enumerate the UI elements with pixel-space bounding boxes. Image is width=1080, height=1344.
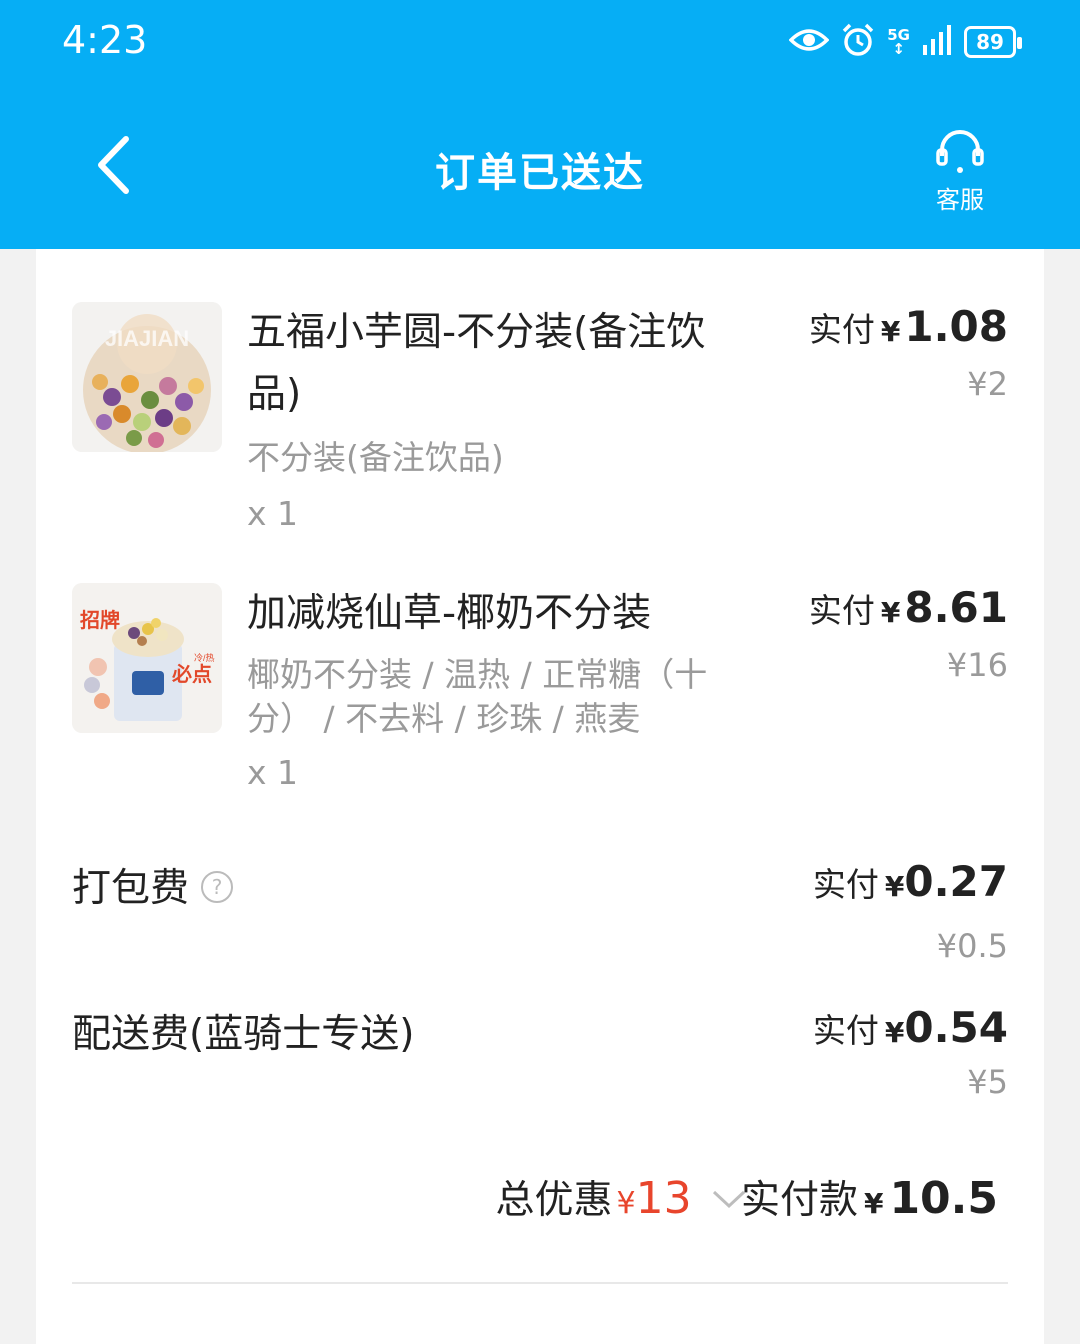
paid-price: 实付 ¥1.08 [808,302,1008,351]
customer-service-button[interactable]: 客服 [918,128,1002,215]
customer-service-label: 客服 [936,186,984,214]
signal-icon [922,25,952,59]
fee-original-price: ¥0.5 [936,927,1008,965]
order-summary: 总优惠 ¥13 实付款 ¥10.5 [36,1169,1044,1229]
original-price: ¥2 [967,365,1008,403]
fee-label: 配送费(蓝骑士专送) [72,1012,415,1057]
packaging-fee-row: 打包费? 实付 ¥0.27 ¥0.5 [72,857,1008,967]
fee-paid-price: 实付 ¥0.27 [812,857,1008,906]
total-discount[interactable]: 总优惠 ¥13 [495,1169,746,1225]
thumb-watermark: JIAJIAN [105,326,189,351]
item-name: 加减烧仙草-椰奶不分装 [247,591,652,636]
order-item[interactable]: 招牌 必点 冷/热 加减烧仙草-椰奶不分装 椰奶不分装 / 温热 / 正常糖（十… [72,583,1008,803]
headset-icon [936,130,984,173]
item-name: 五福小芋圆-不分装(备注饮品) [247,310,706,417]
fee-paid-price: 实付 ¥0.54 [812,1003,1008,1052]
network-icon: 5G ↕ [887,26,910,58]
question-circle-icon[interactable]: ? [201,870,234,903]
order-card: JIAJIAN 五福小芋圆-不分装(备注饮品) 不分装(备注饮品) x 1 实付… [36,249,1044,1344]
original-price: ¥16 [946,646,1008,684]
item-image: 招牌 必点 冷/热 [72,583,222,733]
total-paid: 实付款 ¥10.5 [740,1173,998,1224]
thumb-badge: 招牌 [80,608,120,632]
divider [72,1282,1008,1284]
fee-original-price: ¥5 [967,1063,1008,1101]
battery-icon: 89 [964,26,1022,58]
delivery-fee-row: 配送费(蓝骑士专送) 实付 ¥0.54 ¥5 [72,1003,1008,1113]
thumb-badge: 必点 [171,662,212,686]
thumb-badge-small: 冷/热 [194,652,215,663]
alarm-icon [841,23,875,61]
item-spec: 椰奶不分装 / 温热 / 正常糖（十分） / 不去料 / 珍珠 / 燕麦 [247,655,708,738]
item-quantity: x 1 [247,753,299,792]
fee-label: 打包费? [72,857,234,913]
item-price: 实付 ¥1.08 ¥2 [809,302,1008,403]
status-time: 4:23 [62,18,148,62]
paid-price: 实付 ¥8.61 [808,583,1008,632]
item-quantity: x 1 [247,494,299,533]
status-icons: 5G ↕ 89 [788,20,1022,64]
item-image: JIAJIAN [72,302,222,452]
order-item[interactable]: JIAJIAN 五福小芋圆-不分装(备注饮品) 不分装(备注饮品) x 1 实付… [72,302,1008,542]
item-spec: 不分装(备注饮品) [247,438,504,477]
item-price: 实付 ¥8.61 ¥16 [809,583,1008,684]
eye-icon [788,26,830,58]
header-bar: 4:23 5G ↕ 89 订单已送达 客服 [0,0,1080,249]
